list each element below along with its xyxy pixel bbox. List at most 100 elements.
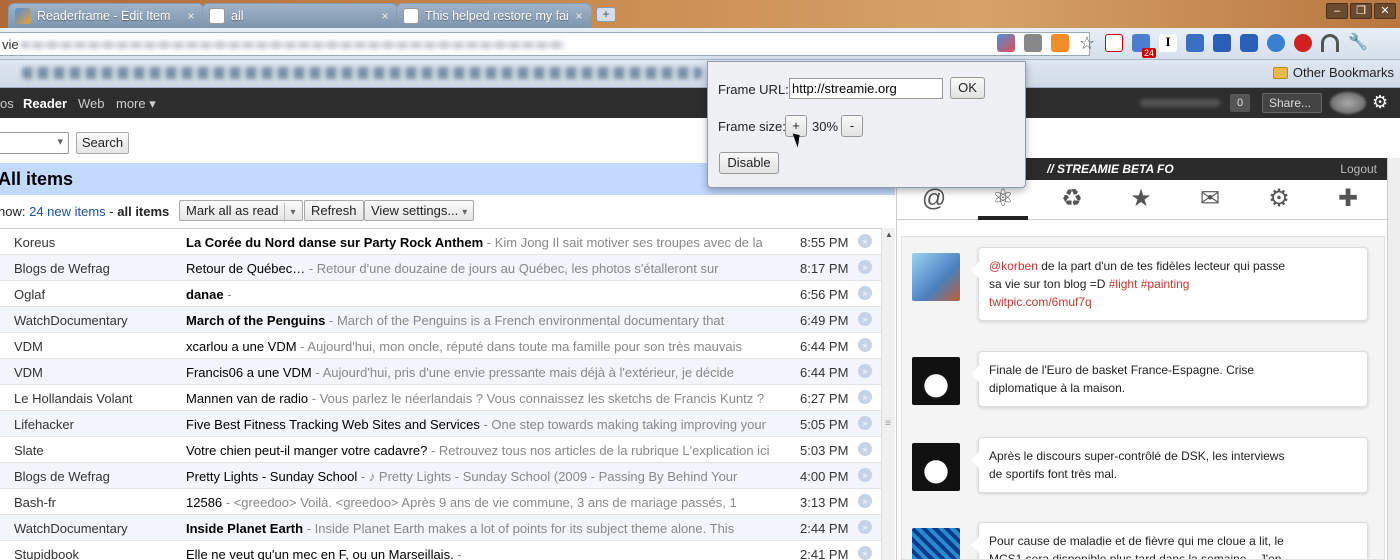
globe-icon[interactable]: [1267, 34, 1285, 52]
list-item[interactable]: WatchDocumentary Inside Planet Earth - In…: [0, 515, 881, 541]
list-item[interactable]: Oglaf danae - 6:56 PM »: [0, 281, 881, 307]
open-item-icon[interactable]: »: [858, 520, 872, 534]
open-item-icon[interactable]: »: [858, 442, 872, 456]
list-item[interactable]: WatchDocumentary March of the Penguins - …: [0, 307, 881, 333]
open-item-icon[interactable]: »: [858, 234, 872, 248]
wrench-icon[interactable]: 🔧: [1348, 34, 1368, 52]
item-snippet: Five Best Fitness Tracking Web Sites and…: [186, 417, 776, 432]
reader-notifier-icon[interactable]: 24: [1132, 34, 1156, 58]
bookmark-star-icon[interactable]: ☆: [1078, 34, 1096, 52]
rss-subscribe-icon[interactable]: [997, 34, 1015, 52]
gear-icon[interactable]: ⚙: [1372, 92, 1388, 113]
frame-url-input[interactable]: [789, 78, 943, 99]
open-item-icon[interactable]: »: [858, 494, 872, 508]
open-item-icon[interactable]: »: [858, 416, 872, 430]
open-item-icon[interactable]: »: [858, 286, 872, 300]
tweet-item[interactable]: Pour cause de maladie et de fièvre qui m…: [902, 522, 1382, 559]
open-item-icon[interactable]: »: [858, 468, 872, 482]
mention-link[interactable]: @korben: [989, 259, 1038, 273]
new-tab-button[interactable]: +: [596, 7, 616, 22]
avatar[interactable]: [912, 528, 960, 559]
nav-more[interactable]: more ▾: [116, 96, 156, 112]
download-icon[interactable]: [1213, 34, 1231, 52]
mail-icon[interactable]: ✉: [1185, 180, 1235, 220]
mark-all-read-button[interactable]: Mark all as read ▾: [179, 200, 303, 222]
item-title: Retour de Québec…: [186, 261, 306, 276]
nav-prefix[interactable]: os: [0, 96, 14, 111]
gmail-icon[interactable]: [1105, 34, 1123, 52]
gear-icon[interactable]: ⚙: [1254, 180, 1304, 220]
close-icon[interactable]: ×: [573, 9, 585, 23]
close-icon[interactable]: ×: [185, 9, 197, 23]
avatar[interactable]: [1330, 92, 1366, 114]
search-scope-select[interactable]: [0, 132, 69, 154]
close-window-button[interactable]: ✕: [1374, 3, 1396, 19]
list-item[interactable]: Lifehacker Five Best Fitness Tracking Web…: [0, 411, 881, 437]
disable-button[interactable]: Disable: [719, 152, 779, 174]
instapaper-icon[interactable]: I: [1159, 34, 1177, 52]
tweet-item[interactable]: @korben de la part d'un de tes fidèles l…: [902, 247, 1382, 325]
list-item[interactable]: Bash-fr 12586 - <greedoo> Voilà. <greedoo…: [0, 489, 881, 515]
avatar[interactable]: [912, 443, 960, 491]
list-item[interactable]: VDM Francis06 a une VDM - Aujourd'hui, pr…: [0, 359, 881, 385]
list-item[interactable]: VDM xcarlou a une VDM - Aujourd'hui, mon …: [0, 333, 881, 359]
other-bookmarks[interactable]: Other Bookmarks: [1272, 65, 1394, 80]
avatar[interactable]: [912, 253, 960, 301]
list-item[interactable]: Blogs de Wefrag Pretty Lights - Sunday Sc…: [0, 463, 881, 489]
item-source: Slate: [14, 443, 44, 458]
rss-feed-icon[interactable]: [1051, 34, 1069, 52]
clock-icon[interactable]: [1240, 34, 1258, 52]
view-settings-button[interactable]: View settings... ▾: [364, 200, 475, 221]
list-item[interactable]: Stupidbook Elle ne veut qu'un mec en F, o…: [0, 541, 881, 560]
open-item-icon[interactable]: »: [858, 260, 872, 274]
tab-all[interactable]: all ×: [202, 3, 398, 28]
tweet-item[interactable]: Finale de l'Euro de basket France-Espagn…: [902, 351, 1382, 411]
hashtag-link[interactable]: #light: [1109, 277, 1138, 291]
open-item-icon[interactable]: »: [858, 364, 872, 378]
minimize-button[interactable]: ‒: [1326, 3, 1348, 19]
decrease-size-button[interactable]: -: [841, 115, 863, 137]
adblock-icon[interactable]: [1294, 34, 1312, 52]
share-button[interactable]: Share...: [1262, 93, 1322, 113]
item-time: 5:03 PM: [800, 443, 849, 458]
tweet-item[interactable]: Après le discours super-contrôlé de DSK,…: [902, 437, 1382, 497]
puzzle-extension-icon[interactable]: [1186, 34, 1204, 52]
list-scrollbar[interactable]: ▲ ≡: [881, 228, 895, 560]
close-icon[interactable]: ×: [379, 9, 391, 23]
nav-web[interactable]: Web: [78, 96, 105, 111]
open-item-icon[interactable]: »: [858, 312, 872, 326]
maximize-button[interactable]: ❐: [1350, 3, 1372, 19]
twitpic-link[interactable]: twitpic.com/6muf7q: [989, 295, 1092, 309]
scroll-grip-icon[interactable]: ≡: [885, 418, 891, 429]
address-bar[interactable]: vie: [0, 32, 1090, 56]
readerframe-icon[interactable]: [1024, 34, 1042, 52]
open-item-icon[interactable]: »: [858, 390, 872, 404]
ok-button[interactable]: OK: [950, 77, 985, 99]
new-items-link[interactable]: 24 new items: [29, 204, 106, 219]
item-snippet: xcarlou a une VDM - Aujourd'hui, mon onc…: [186, 339, 776, 354]
list-item[interactable]: Koreus La Corée du Nord danse sur Party R…: [0, 229, 881, 255]
search-button[interactable]: Search: [76, 132, 129, 154]
list-item[interactable]: Blogs de Wefrag Retour de Québec… - Retou…: [0, 255, 881, 281]
chevron-down-icon[interactable]: ▾: [284, 203, 296, 222]
recycle-icon[interactable]: ♻: [1047, 180, 1097, 220]
scroll-up-icon[interactable]: ▲: [885, 230, 893, 239]
tab-readerframe[interactable]: Readerframe - Edit Item ×: [8, 3, 204, 28]
item-excerpt: - Retour d'une douzaine de jours au Québ…: [305, 261, 719, 276]
notification-count[interactable]: 0: [1230, 94, 1250, 112]
compose-icon[interactable]: ✚: [1323, 180, 1373, 220]
refresh-button[interactable]: Refresh: [304, 200, 364, 221]
hashtag-link[interactable]: #painting: [1137, 277, 1190, 291]
headphones-icon[interactable]: [1321, 34, 1339, 52]
item-excerpt: - One step towards making taking improvi…: [479, 417, 766, 432]
logout-link[interactable]: Logout: [1340, 162, 1377, 176]
list-item[interactable]: Le Hollandais Volant Mannen van de radio …: [0, 385, 881, 411]
avatar[interactable]: [912, 357, 960, 405]
star-icon[interactable]: ★: [1116, 180, 1166, 220]
streamie-scrollbar[interactable]: [1387, 158, 1400, 560]
nav-reader[interactable]: Reader: [23, 96, 67, 111]
tab-restore[interactable]: This helped restore my fai ×: [396, 3, 592, 28]
open-item-icon[interactable]: »: [858, 546, 872, 560]
open-item-icon[interactable]: »: [858, 338, 872, 352]
list-item[interactable]: Slate Votre chien peut-il manger votre ca…: [0, 437, 881, 463]
